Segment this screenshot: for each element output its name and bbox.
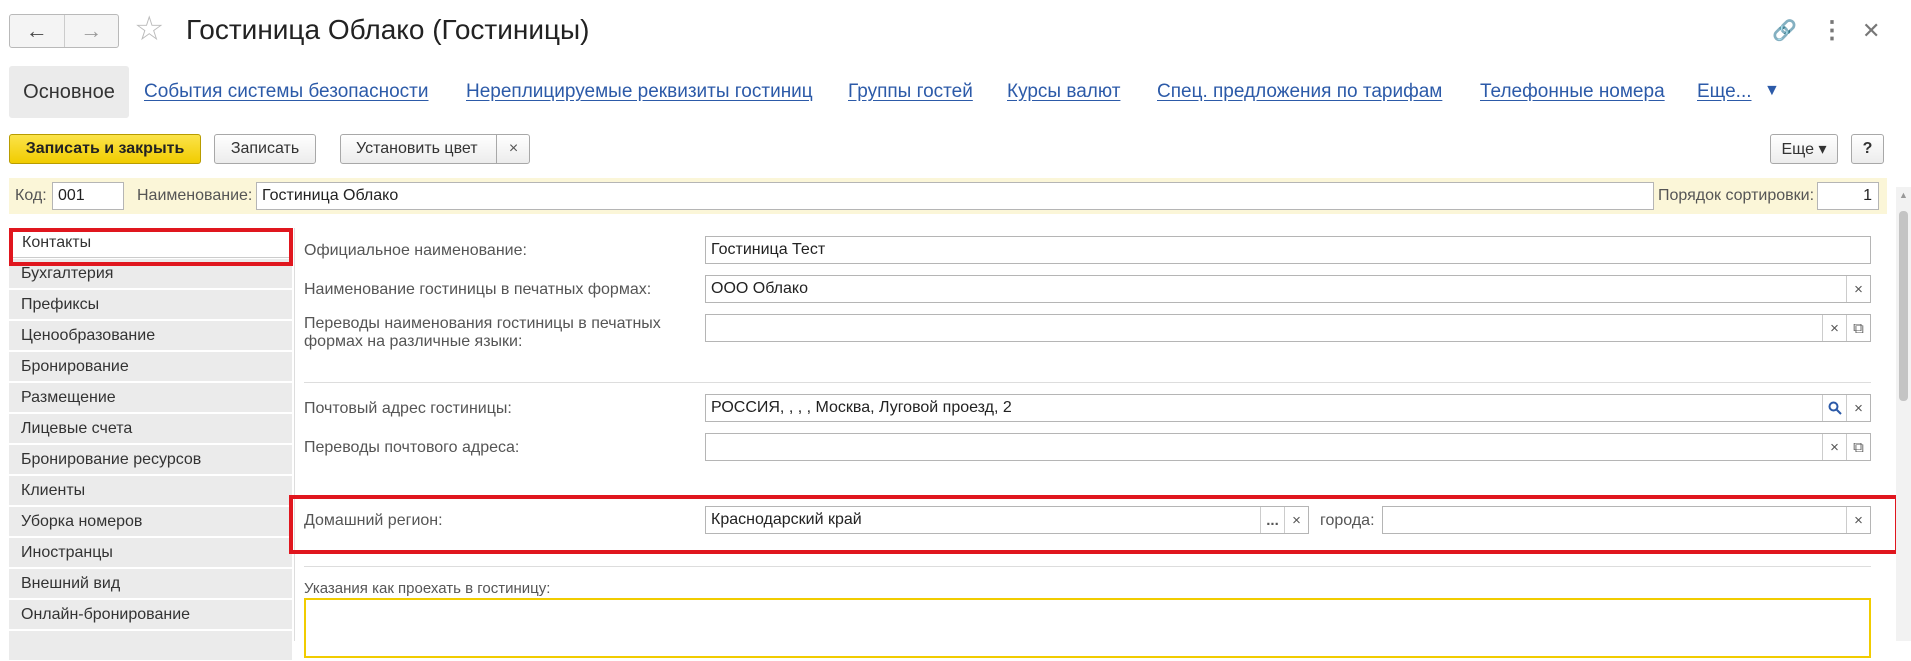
home-region-highlight [289,495,1899,554]
window-title: Гостиница Облако (Гостиницы) [186,14,590,45]
separator [304,382,1871,383]
postal-translations-label: Переводы почтового адреса: [304,439,520,456]
tab-exchange-rates[interactable]: Курсы валют [1007,81,1120,103]
tab-phone-numbers[interactable]: Телефонные номера [1480,81,1665,103]
sort-order-field[interactable]: 1 [1817,182,1879,210]
postal-translations-field[interactable]: × ⧉ [705,433,1871,461]
clear-color-icon[interactable]: × [496,135,530,163]
tab-security-events[interactable]: События системы безопасности [144,81,429,103]
translations-label-line1: Переводы наименования гостиницы в печатн… [304,315,661,332]
separator [304,566,1871,567]
sidebar-item-foreigners[interactable]: Иностранцы [9,538,292,568]
more-button[interactable]: Еще ▾ [1770,134,1838,164]
save-button[interactable]: Записать [214,134,316,164]
help-button[interactable]: ? [1851,134,1884,164]
tab-more-chevron-icon[interactable]: ▼ [1764,82,1780,100]
official-name-label: Официальное наименование: [304,242,527,259]
scroll-up-icon[interactable]: ▲ [1899,191,1908,200]
print-name-label: Наименование гостиницы в печатных формах… [304,281,652,298]
sidebar-item-booking[interactable]: Бронирование [9,352,292,382]
clear-icon[interactable]: × [1846,395,1870,421]
name-field[interactable]: Гостиница Облако [256,182,1654,210]
set-color-button[interactable]: Установить цвет × [340,134,530,164]
official-name-field[interactable]: Гостиница Тест [705,236,1871,264]
postal-address-field[interactable]: РОССИЯ, , , , Москва, Луговой проезд, 2 … [705,394,1871,422]
title-bar: ← → ☆ Гостиница Облако (Гостиницы) 🔗 ⋮ ✕ [0,0,1911,62]
clear-icon[interactable]: × [1846,276,1870,302]
translations-label-line2: формах на различные языки: [304,333,523,350]
sidebar-item-personal-accounts[interactable]: Лицевые счета [9,414,292,444]
header-fields: Код: 001 Наименование: Гостиница Облако … [9,178,1887,214]
code-field[interactable]: 001 [52,182,124,210]
tab-guest-groups[interactable]: Группы гостей [848,81,973,103]
tab-main[interactable]: Основное [9,66,129,118]
close-icon[interactable]: ✕ [1862,16,1880,46]
sidebar-item-clients[interactable]: Клиенты [9,476,292,506]
sidebar-item-next[interactable] [9,631,292,661]
section-list: Контакты Бухгалтерия Префиксы Ценообразо… [9,228,292,661]
tab-more[interactable]: Еще... [1697,81,1752,103]
sidebar-item-housekeeping[interactable]: Уборка номеров [9,507,292,537]
directions-label: Указания как проехать в гостиницу: [304,580,551,597]
tab-nonreplicated-attributes[interactable]: Нереплицируемые реквизиты гостиниц [466,81,813,103]
translations-field[interactable]: × ⧉ [705,314,1871,342]
sort-order-label: Порядок сортировки: [1658,187,1815,204]
tab-special-offers[interactable]: Спец. предложения по тарифам [1157,81,1442,103]
sidebar-item-prefixes[interactable]: Префиксы [9,290,292,320]
directions-textarea[interactable] [304,598,1871,658]
postal-address-label: Почтовый адрес гостиницы: [304,400,512,417]
scrollbar-thumb[interactable] [1899,211,1908,401]
sidebar-item-accommodation[interactable]: Размещение [9,383,292,413]
pane-divider [294,228,295,641]
code-label: Код: [15,187,47,204]
selected-section-highlight [9,228,293,266]
forward-arrow-icon[interactable]: → [63,15,119,47]
sidebar-item-online-booking[interactable]: Онлайн-бронирование [9,600,292,630]
sidebar-item-appearance[interactable]: Внешний вид [9,569,292,599]
link-icon[interactable]: 🔗 [1772,16,1797,46]
set-color-label: Установить цвет [356,140,478,157]
favorite-star-icon[interactable]: ☆ [134,12,164,46]
more-actions-icon[interactable]: ⋮ [1820,16,1844,46]
vertical-scrollbar[interactable]: ▲ [1896,187,1911,641]
print-name-value: ООО Облако [711,280,808,297]
clear-icon[interactable]: × [1822,315,1846,341]
sidebar-item-pricing[interactable]: Ценообразование [9,321,292,351]
search-icon[interactable] [1822,395,1846,421]
clear-icon[interactable]: × [1822,434,1846,460]
print-name-field[interactable]: ООО Облако × [705,275,1871,303]
sidebar-item-resource-booking[interactable]: Бронирование ресурсов [9,445,292,475]
back-arrow-icon[interactable]: ← [10,15,64,47]
open-icon[interactable]: ⧉ [1846,434,1870,460]
navigation-buttons: ← → [9,14,119,48]
save-and-close-button[interactable]: Записать и закрыть [9,134,201,164]
postal-address-value: РОССИЯ, , , , Москва, Луговой проезд, 2 [711,399,1012,416]
name-label: Наименование: [137,187,253,204]
open-icon[interactable]: ⧉ [1846,315,1870,341]
